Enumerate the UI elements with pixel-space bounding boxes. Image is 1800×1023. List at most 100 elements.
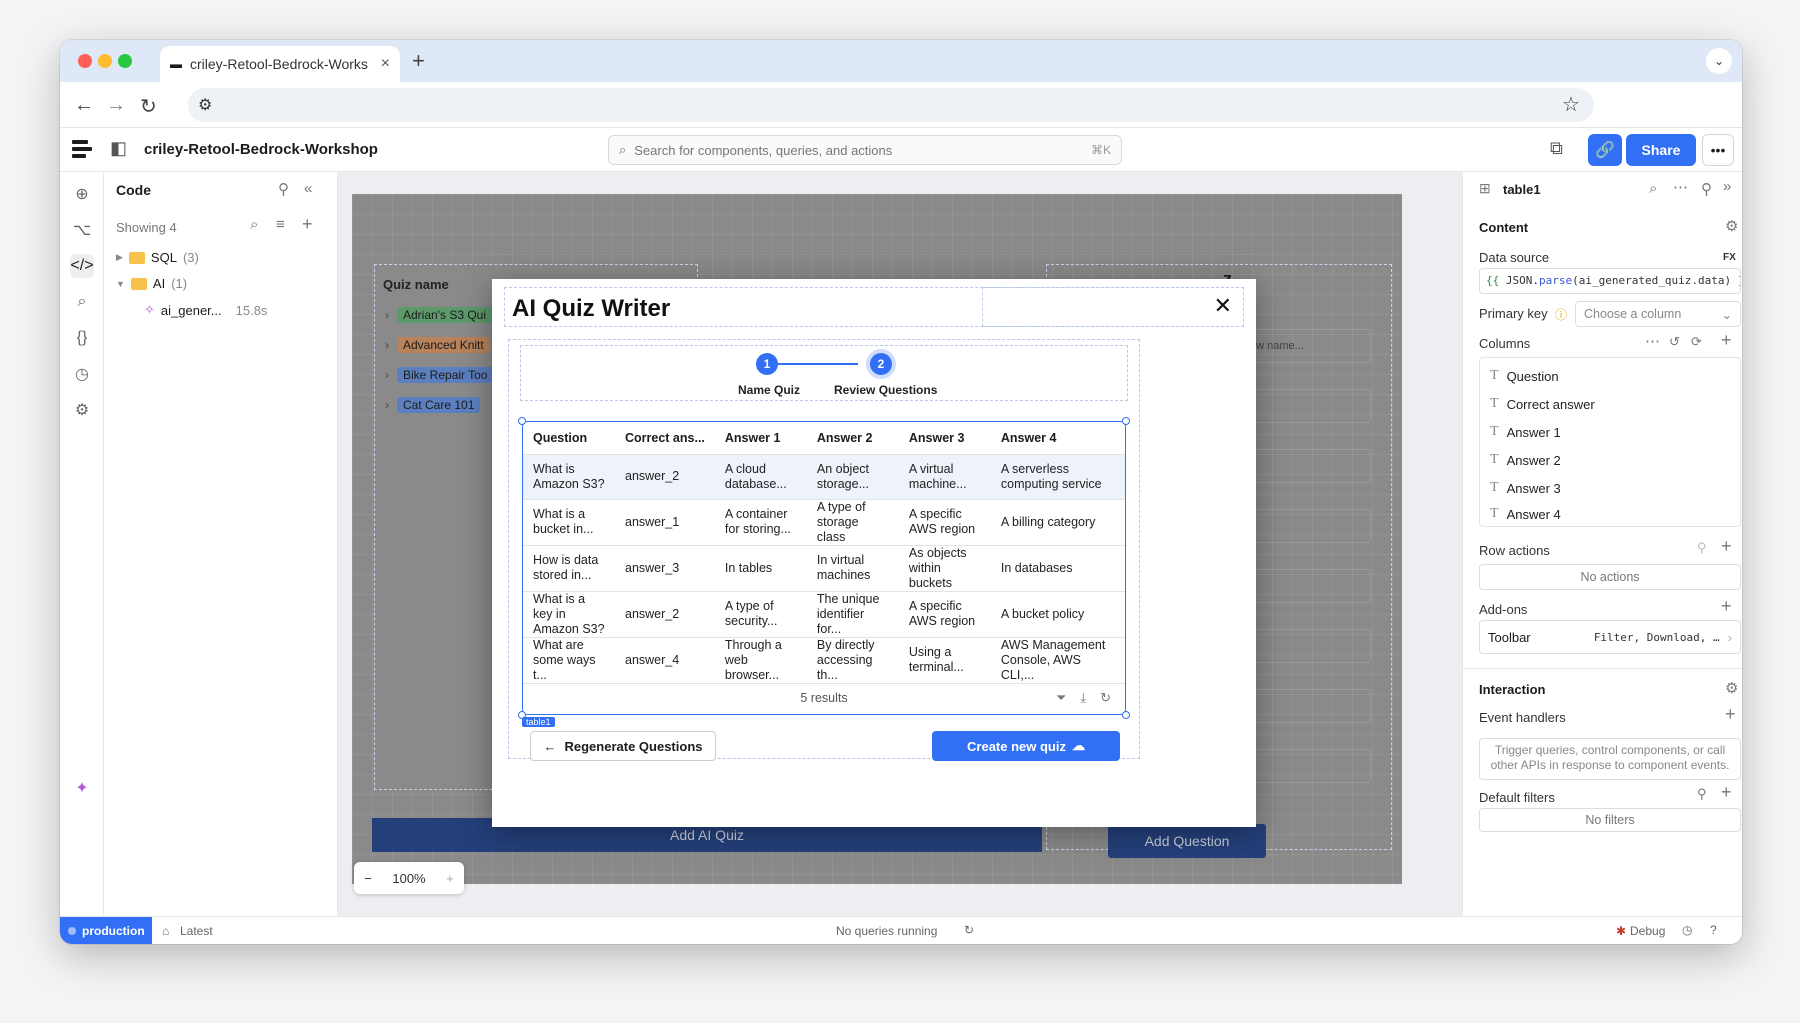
ghost-input[interactable]	[1243, 389, 1371, 423]
folder-sql[interactable]: ▶ SQL (3)	[116, 250, 199, 265]
global-search-input[interactable]: ⌕ Search for components, queries, and ac…	[608, 135, 1122, 165]
table-row[interactable]: What are some ways t... answer_4 Through a…	[523, 637, 1125, 684]
ghost-input[interactable]	[1243, 509, 1371, 543]
table-cell[interactable]: An object storage...	[806, 454, 899, 500]
add-event-handler-icon[interactable]: +	[1725, 704, 1736, 725]
expand-icon[interactable]: ›	[385, 308, 389, 322]
column-header[interactable]: Answer 1	[714, 422, 807, 455]
inspector-collapse-icon[interactable]: »	[1723, 178, 1731, 195]
column-header[interactable]: Answer 4	[990, 422, 1125, 455]
filter-funnel-icon[interactable]: ⏷	[1056, 690, 1066, 706]
query-search-icon[interactable]: ⌕	[250, 216, 258, 233]
add-addon-icon[interactable]: +	[1721, 596, 1732, 617]
ghost-input[interactable]	[1243, 629, 1371, 663]
history-status-icon[interactable]: ◷	[1682, 923, 1692, 937]
zoom-out-icon[interactable]: −	[364, 871, 372, 886]
table-cell[interactable]: In virtual machines	[806, 545, 899, 592]
more-options-icon[interactable]: •••	[1702, 134, 1734, 166]
content-settings-icon[interactable]: ⚙	[1725, 217, 1738, 235]
address-bar[interactable]: ⚙	[188, 88, 1594, 122]
column-item[interactable]: T Answer 2	[1490, 452, 1561, 468]
ghost-input[interactable]	[1243, 449, 1371, 483]
column-header[interactable]: Answer 2	[806, 422, 899, 455]
add-query-icon[interactable]: +	[302, 214, 313, 235]
table-cell[interactable]: A specific AWS region	[898, 499, 991, 546]
table-cell[interactable]: AWS Management Console, AWS CLI,...	[990, 637, 1125, 684]
expand-icon[interactable]: ›	[385, 368, 389, 382]
add-column-icon[interactable]: +	[1721, 330, 1732, 351]
inspector-search-icon[interactable]: ⌕	[1649, 180, 1657, 197]
tree-icon[interactable]: ⌥	[70, 218, 94, 242]
questions-table[interactable]: Question Correct ans... Answer 1 Answer …	[518, 417, 1130, 719]
retool-logo-icon[interactable]	[72, 140, 92, 158]
version-label[interactable]: Latest	[180, 924, 213, 938]
primary-key-select[interactable]: Choose a column ⌄	[1575, 301, 1741, 327]
columns-reset-icon[interactable]: ↺	[1669, 334, 1680, 350]
step-1-circle[interactable]: 1	[756, 353, 778, 375]
ai-sparkle-icon[interactable]: ✦	[70, 776, 94, 800]
table-row[interactable]: What is a key in Amazon S3? answer_2 A typ…	[523, 591, 1125, 638]
ghost-select[interactable]	[1243, 749, 1371, 783]
column-item[interactable]: T Answer 1	[1490, 424, 1561, 440]
fx-badge[interactable]: FX	[1723, 252, 1736, 263]
table-cell[interactable]: answer_1	[615, 499, 715, 546]
tab-close-icon[interactable]: ×	[381, 55, 390, 73]
table-cell[interactable]: How is data stored in...	[523, 545, 615, 592]
debug-button[interactable]: Debug	[1630, 924, 1665, 938]
create-new-quiz-button[interactable]: Create new quiz ☁	[932, 731, 1120, 761]
table-cell[interactable]: The unique identifier for...	[806, 591, 899, 638]
table-cell[interactable]: What is a key in Amazon S3?	[523, 591, 615, 638]
resize-handle[interactable]	[518, 417, 526, 425]
table-cell[interactable]: What is a bucket in...	[523, 499, 615, 546]
forward-arrow-icon[interactable]: →	[106, 94, 126, 117]
table-cell[interactable]: answer_3	[615, 545, 715, 592]
column-item[interactable]: T Answer 3	[1490, 480, 1561, 496]
download-icon[interactable]: ⤓	[1080, 690, 1086, 706]
pin-icon[interactable]: ⚲	[278, 180, 289, 198]
inspector-more-icon[interactable]: ⋯	[1673, 178, 1688, 196]
add-default-filter-icon[interactable]: +	[1721, 782, 1732, 803]
bookmark-star-icon[interactable]: ☆	[1562, 92, 1580, 117]
column-item[interactable]: T Correct answer	[1490, 396, 1595, 412]
site-settings-icon[interactable]: ⚙	[198, 95, 212, 115]
table-cell[interactable]: A bucket policy	[990, 591, 1125, 638]
table-cell[interactable]: answer_2	[615, 591, 715, 638]
quiz-row[interactable]: › Adrian's S3 Qui	[385, 305, 492, 325]
code-icon[interactable]: </>	[70, 254, 94, 278]
maximize-window-dot[interactable]	[118, 54, 132, 68]
column-header[interactable]: Answer 3	[898, 422, 991, 455]
add-component-icon[interactable]: ⊕	[70, 182, 94, 206]
zoom-in-icon[interactable]: +	[446, 871, 454, 886]
back-arrow-icon[interactable]: ←	[74, 94, 94, 117]
collapse-icon[interactable]: «	[304, 180, 312, 197]
table-row[interactable]: What is Amazon S3? answer_2 A cloud databa…	[523, 454, 1125, 500]
expand-icon[interactable]: ›	[385, 398, 389, 412]
folder-ai[interactable]: ▼ AI (1)	[116, 276, 187, 291]
table-cell[interactable]: A type of storage class	[806, 499, 899, 546]
table-cell[interactable]: A virtual machine...	[898, 454, 991, 500]
close-window-dot[interactable]	[78, 54, 92, 68]
help-icon[interactable]: ?	[1710, 923, 1717, 937]
table-cell[interactable]: answer_2	[615, 454, 715, 500]
table-row[interactable]: How is data stored in... answer_3 In table…	[523, 545, 1125, 592]
quiz-name-input[interactable]: ew name...	[1243, 329, 1371, 363]
collapse-caret-icon[interactable]: ▼	[116, 279, 125, 289]
table-cell[interactable]: A cloud database...	[714, 454, 807, 500]
regenerate-questions-button[interactable]: ← Regenerate Questions	[530, 731, 716, 761]
column-item[interactable]: T Question	[1490, 368, 1559, 384]
warning-icon[interactable]: ⓘ	[1555, 306, 1567, 323]
interaction-section-title[interactable]: Interaction	[1479, 682, 1545, 697]
add-row-action-icon[interactable]: +	[1721, 536, 1732, 557]
sidebar-toggle-icon[interactable]: ◧	[110, 138, 127, 159]
table-cell[interactable]: As objects within buckets	[898, 545, 991, 592]
expand-caret-icon[interactable]: ▶	[116, 252, 123, 263]
new-tab-button[interactable]: +	[412, 48, 425, 74]
resize-handle[interactable]	[1122, 417, 1130, 425]
browser-tab[interactable]: ▬ criley-Retool-Bedrock-Works ×	[160, 46, 400, 82]
toolbar-addon[interactable]: Toolbar Filter, Download, … ›	[1479, 620, 1741, 654]
app-title[interactable]: criley-Retool-Bedrock-Workshop	[144, 141, 378, 158]
state-icon[interactable]: {}	[70, 326, 94, 350]
columns-sync-icon[interactable]: ⟳	[1691, 334, 1702, 350]
table-cell[interactable]: What is Amazon S3?	[523, 454, 615, 500]
minimize-window-dot[interactable]	[98, 54, 112, 68]
